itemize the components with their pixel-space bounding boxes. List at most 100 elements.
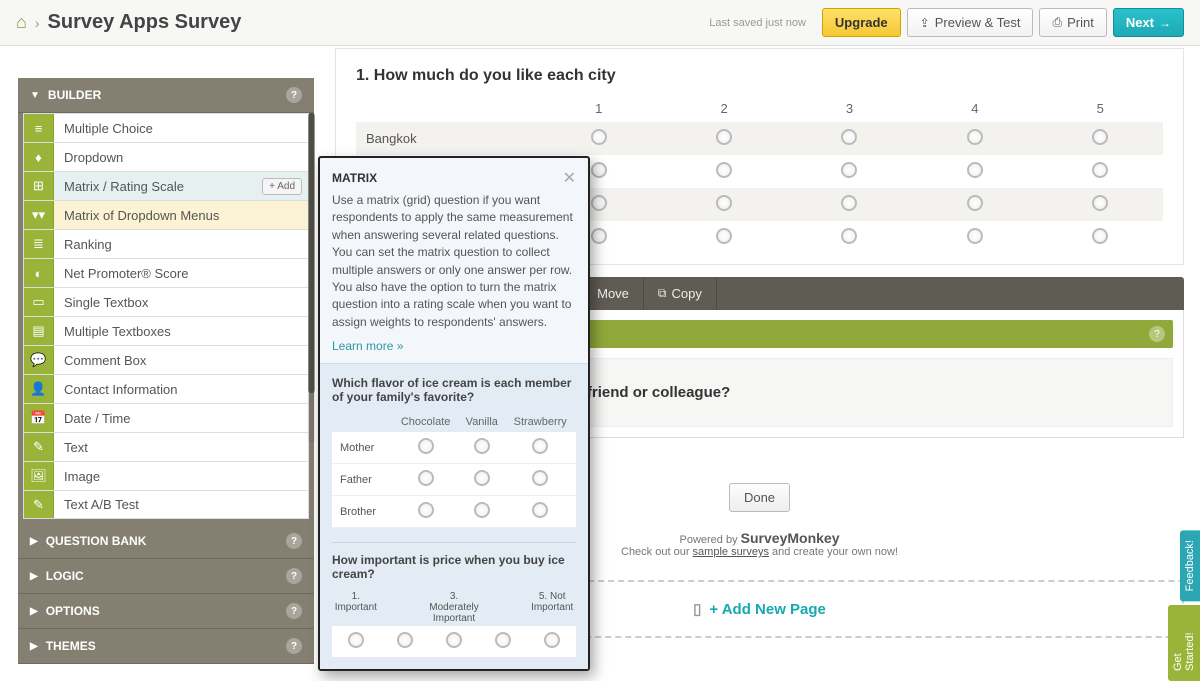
builder-item-multiple-textboxes[interactable]: ▤Multiple Textboxes xyxy=(23,316,309,345)
preview-test-button[interactable]: ⇪Preview & Test xyxy=(907,8,1034,37)
question-type-icon: ⊞ xyxy=(24,172,54,200)
radio-option[interactable] xyxy=(1092,195,1108,211)
radio-option[interactable] xyxy=(591,129,607,145)
radio-option[interactable] xyxy=(591,228,607,244)
radio-option xyxy=(418,502,434,518)
example-row-label: Father xyxy=(332,464,392,496)
section-label: BUILDER xyxy=(48,88,101,102)
builder-section-header[interactable]: ▼ BUILDER ? xyxy=(18,78,314,113)
question-bank-section-header[interactable]: ▶ QUESTION BANK ? xyxy=(18,524,314,559)
question-type-icon: 🖼 xyxy=(24,462,54,490)
logic-section-header[interactable]: ▶ LOGIC ? xyxy=(18,559,314,594)
help-icon[interactable]: ? xyxy=(286,638,302,654)
builder-item-label: Image xyxy=(54,469,308,484)
radio-option[interactable] xyxy=(841,129,857,145)
radio-option xyxy=(544,632,560,648)
radio-option[interactable] xyxy=(967,162,983,178)
radio-option[interactable] xyxy=(1092,129,1108,145)
radio-option xyxy=(446,632,462,648)
radio-option[interactable] xyxy=(1092,228,1108,244)
get-started-tab[interactable]: Get Started! xyxy=(1168,605,1200,681)
radio-option[interactable] xyxy=(716,228,732,244)
matrix-tooltip: MATRIX ✕ Use a matrix (grid) question if… xyxy=(318,156,590,671)
question-type-icon: ≡ xyxy=(24,114,54,142)
preview-icon: ⇪ xyxy=(920,16,930,30)
question-type-icon: 👤 xyxy=(24,375,54,403)
builder-item-label: Matrix of Dropdown Menus xyxy=(54,208,308,223)
chevron-right-icon: ▶ xyxy=(30,606,38,617)
help-icon[interactable]: ? xyxy=(286,87,302,103)
radio-option[interactable] xyxy=(967,195,983,211)
themes-section-header[interactable]: ▶ THEMES ? xyxy=(18,629,314,664)
builder-item-label: Multiple Choice xyxy=(54,121,308,136)
radio-option[interactable] xyxy=(841,195,857,211)
close-icon[interactable]: ✕ xyxy=(563,168,576,188)
builder-item-multiple-choice[interactable]: ≡Multiple Choice xyxy=(23,113,309,142)
radio-option xyxy=(474,438,490,454)
builder-item-ranking[interactable]: ≣Ranking xyxy=(23,229,309,258)
builder-item-image[interactable]: 🖼Image xyxy=(23,461,309,490)
upgrade-button[interactable]: Upgrade xyxy=(822,8,901,37)
radio-option[interactable] xyxy=(591,195,607,211)
builder-item-matrix-rating-scale[interactable]: ⊞Matrix / Rating Scale+ Add xyxy=(23,171,309,200)
radio-option[interactable] xyxy=(967,228,983,244)
builder-item-contact-information[interactable]: 👤Contact Information xyxy=(23,374,309,403)
question-type-icon: ≣ xyxy=(24,230,54,258)
builder-item-label: Ranking xyxy=(54,237,308,252)
builder-item-comment-box[interactable]: 💬Comment Box xyxy=(23,345,309,374)
radio-option[interactable] xyxy=(967,129,983,145)
builder-item-matrix-of-dropdown-menus[interactable]: ▾▾Matrix of Dropdown Menus xyxy=(23,200,309,229)
builder-item-dropdown[interactable]: ♦Dropdown xyxy=(23,142,309,171)
tooltip-title: MATRIX xyxy=(332,171,377,185)
sample-surveys-link[interactable]: sample surveys xyxy=(693,546,769,558)
help-icon[interactable]: ? xyxy=(286,533,302,549)
radio-option xyxy=(418,438,434,454)
builder-item-date-time[interactable]: 📅Date / Time xyxy=(23,403,309,432)
builder-item-label: Text xyxy=(54,440,308,455)
radio-option xyxy=(495,632,511,648)
help-icon[interactable]: ? xyxy=(286,603,302,619)
example-col-header: Vanilla xyxy=(459,412,504,432)
radio-option[interactable] xyxy=(1092,162,1108,178)
matrix-column-header: 3 xyxy=(787,95,912,122)
matrix-column-header: 4 xyxy=(912,95,1037,122)
question-type-icon: 💬 xyxy=(24,346,54,374)
radio-option xyxy=(474,470,490,486)
next-button[interactable]: Next→ xyxy=(1113,8,1184,37)
section-label: LOGIC xyxy=(46,569,84,583)
builder-item-label: Text A/B Test xyxy=(54,497,308,512)
scale-label: 3. Moderately Important xyxy=(427,589,480,626)
section-label: OPTIONS xyxy=(46,604,100,618)
print-button[interactable]: ⎙Print xyxy=(1039,8,1106,37)
radio-option[interactable] xyxy=(716,129,732,145)
scale-label xyxy=(481,589,529,626)
feedback-tab[interactable]: Feedback! xyxy=(1180,530,1200,601)
radio-option xyxy=(418,470,434,486)
done-button[interactable]: Done xyxy=(729,483,790,512)
radio-option[interactable] xyxy=(841,228,857,244)
question-type-icon: ✎ xyxy=(24,433,54,461)
builder-item-label: Contact Information xyxy=(54,382,308,397)
question-type-icon: ✎ xyxy=(24,491,54,518)
copy-tab[interactable]: ⧉Copy xyxy=(644,277,717,310)
add-button[interactable]: + Add xyxy=(262,178,302,195)
chevron-down-icon: ▼ xyxy=(30,90,40,101)
radio-option xyxy=(474,502,490,518)
chevron-right-icon: ▶ xyxy=(30,641,38,652)
builder-item-single-textbox[interactable]: ▭Single Textbox xyxy=(23,287,309,316)
radio-option[interactable] xyxy=(716,162,732,178)
builder-item-text[interactable]: ✎Text xyxy=(23,432,309,461)
radio-option[interactable] xyxy=(841,162,857,178)
help-icon[interactable]: ? xyxy=(1149,326,1165,342)
builder-item-text-a-b-test[interactable]: ✎Text A/B Test xyxy=(23,490,309,519)
question-type-icon: ▭ xyxy=(24,288,54,316)
learn-more-link[interactable]: Learn more » xyxy=(320,339,588,363)
help-icon[interactable]: ? xyxy=(286,568,302,584)
sidebar-scrollbar[interactable] xyxy=(308,113,315,443)
options-section-header[interactable]: ▶ OPTIONS ? xyxy=(18,594,314,629)
builder-item-net-promoter-score[interactable]: ◐Net Promoter® Score xyxy=(23,258,309,287)
radio-option[interactable] xyxy=(591,162,607,178)
scale-label xyxy=(380,589,428,626)
radio-option[interactable] xyxy=(716,195,732,211)
home-icon[interactable]: ⌂ xyxy=(16,12,27,33)
